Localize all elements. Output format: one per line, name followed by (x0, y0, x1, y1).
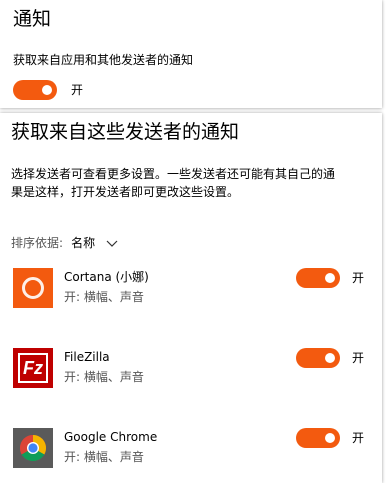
master-notifications-toggle[interactable] (13, 80, 57, 100)
senders-description-line2: 果是这样，打开发送者即可更改这些设置。 (11, 185, 240, 199)
toggle-knob (325, 433, 335, 443)
chrome-toggle[interactable] (296, 428, 340, 448)
app-name: Cortana (小娜) (64, 270, 149, 284)
senders-description-line1: 选择发送者可查看更多设置。一些发送者还可能有其自己的通 (11, 167, 336, 181)
app-name: FileZilla (64, 350, 110, 364)
filezilla-icon: Fz (13, 348, 53, 388)
senders-section: 获取来自这些发送者的通知 选择发送者可查看更多设置。一些发送者还可能有其自己的通… (0, 113, 382, 483)
cortana-icon (13, 268, 53, 308)
chrome-icon (13, 428, 53, 468)
cortana-toggle[interactable] (296, 268, 340, 288)
sort-value: 名称 (71, 236, 96, 250)
section-title: 通知 (13, 8, 52, 30)
app-status: 开: 横幅、声音 (64, 290, 144, 304)
senders-title: 获取来自这些发送者的通知 (11, 121, 240, 143)
toggle-knob (325, 273, 335, 283)
filezilla-toggle[interactable] (296, 348, 340, 368)
sort-label: 排序依据: (11, 236, 64, 250)
app-name: Google Chrome (64, 430, 158, 444)
toggle-knob (42, 85, 52, 95)
notifications-section: 通知 获取来自应用和其他发送者的通知 开 (0, 0, 382, 108)
sort-dropdown[interactable]: 排序依据: 名称 (11, 232, 118, 250)
app-status: 开: 横幅、声音 (64, 370, 144, 384)
filezilla-toggle-label: 开 (352, 351, 365, 365)
section-description: 获取来自应用和其他发送者的通知 (13, 53, 194, 67)
toggle-knob (325, 353, 335, 363)
chrome-toggle-label: 开 (352, 431, 365, 445)
cortana-toggle-label: 开 (352, 271, 365, 285)
app-status: 开: 横幅、声音 (64, 450, 144, 464)
master-toggle-label: 开 (71, 83, 84, 97)
chevron-down-icon (106, 233, 118, 252)
